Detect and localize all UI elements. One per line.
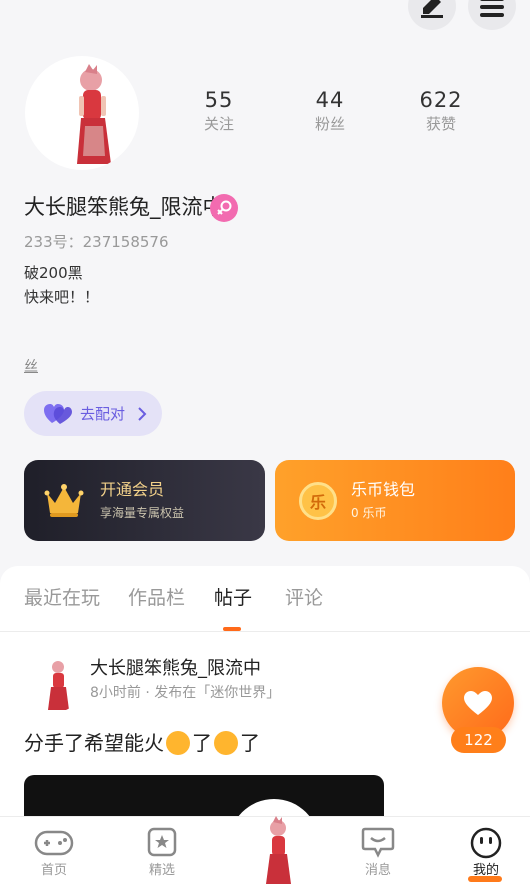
face-icon [466,826,506,860]
pair-button[interactable]: 去配对 [24,391,162,436]
chevron-right-icon [138,406,147,421]
post-author-avatar[interactable] [30,656,82,712]
nav-active-indicator [468,876,502,882]
bio-line: 快来吧！！ [24,288,100,306]
wallet-card[interactable]: 乐 乐币钱包 0 乐币 [275,460,515,541]
likes-count: 622 [419,88,463,112]
menu-button[interactable] [468,0,516,30]
nav-label: 精选 [148,863,175,878]
avatar-character-icon [48,661,69,710]
vip-title: 开通会员 [100,480,165,499]
tab-recent-played[interactable]: 最近在玩 [24,585,100,611]
vip-subtitle: 享海量专属权益 [100,506,185,520]
smirk-emoji-icon [166,731,190,755]
female-gender-icon [210,194,238,222]
wallet-title: 乐币钱包 [351,480,416,499]
edit-icon [421,0,443,18]
stat-likes[interactable]: 622 获赞 [396,86,486,134]
wallet-balance: 0 乐币 [351,506,387,520]
edit-button[interactable] [408,0,456,30]
menu-icon [480,0,504,17]
nav-home[interactable]: 首页 [14,826,94,880]
user-id: 233号：237158576 [24,233,169,251]
following-count: 55 [204,88,234,112]
nav-label: 首页 [40,863,67,878]
nav-center-avatar[interactable] [246,812,306,888]
stat-following[interactable]: 55 关注 [174,86,264,134]
post-text-part: 分手了希望能火 [24,731,164,755]
yawn-emoji-icon [214,731,238,755]
avatar-character-icon [77,64,111,164]
gamepad-icon [34,826,74,860]
post-author-name[interactable]: 大长腿笨熊兔_限流中 [90,656,261,682]
star-bookmark-icon [142,826,182,860]
post-text: 分手了希望能火 了 了 [24,729,260,757]
followers-count: 44 [315,88,345,112]
likes-label: 获赞 [425,115,456,133]
post-meta: 8小时前 · 发布在「迷你世界」 [90,685,281,701]
crown-icon [44,483,84,517]
profile-nickname: 大长腿笨熊兔_限流中 [24,195,224,219]
post-text-part: 了 [240,731,260,755]
nav-label: 消息 [364,863,391,878]
bio-line: 破200黑 [24,264,83,282]
following-label: 关注 [203,115,234,133]
tab-works[interactable]: 作品栏 [128,585,185,611]
coin-glyph: 乐 [309,492,326,512]
nav-featured[interactable]: 精选 [122,826,202,880]
profile-tag-link[interactable]: 丝 [24,356,38,378]
heart-icon [464,691,492,715]
chat-bubble-icon [358,826,398,860]
nav-mine[interactable]: 我的 [446,826,526,880]
nav-messages[interactable]: 消息 [338,826,418,880]
tab-posts[interactable]: 帖子 [214,585,252,611]
avatar-center-icon [266,816,291,884]
double-heart-icon [44,403,72,424]
stat-followers[interactable]: 44 粉丝 [285,86,375,134]
tab-comments[interactable]: 评论 [285,585,323,611]
profile-avatar[interactable] [25,56,139,170]
pair-label: 去配对 [80,405,126,423]
vip-card[interactable]: 开通会员 享海量专属权益 [24,460,265,541]
tabs-divider [0,631,530,632]
like-count: 122 [451,727,506,753]
coin-icon: 乐 [299,481,337,520]
post-text-part: 了 [192,731,212,755]
followers-label: 粉丝 [314,115,345,133]
profile-bio: 破200黑 快来吧！！ [24,261,99,309]
